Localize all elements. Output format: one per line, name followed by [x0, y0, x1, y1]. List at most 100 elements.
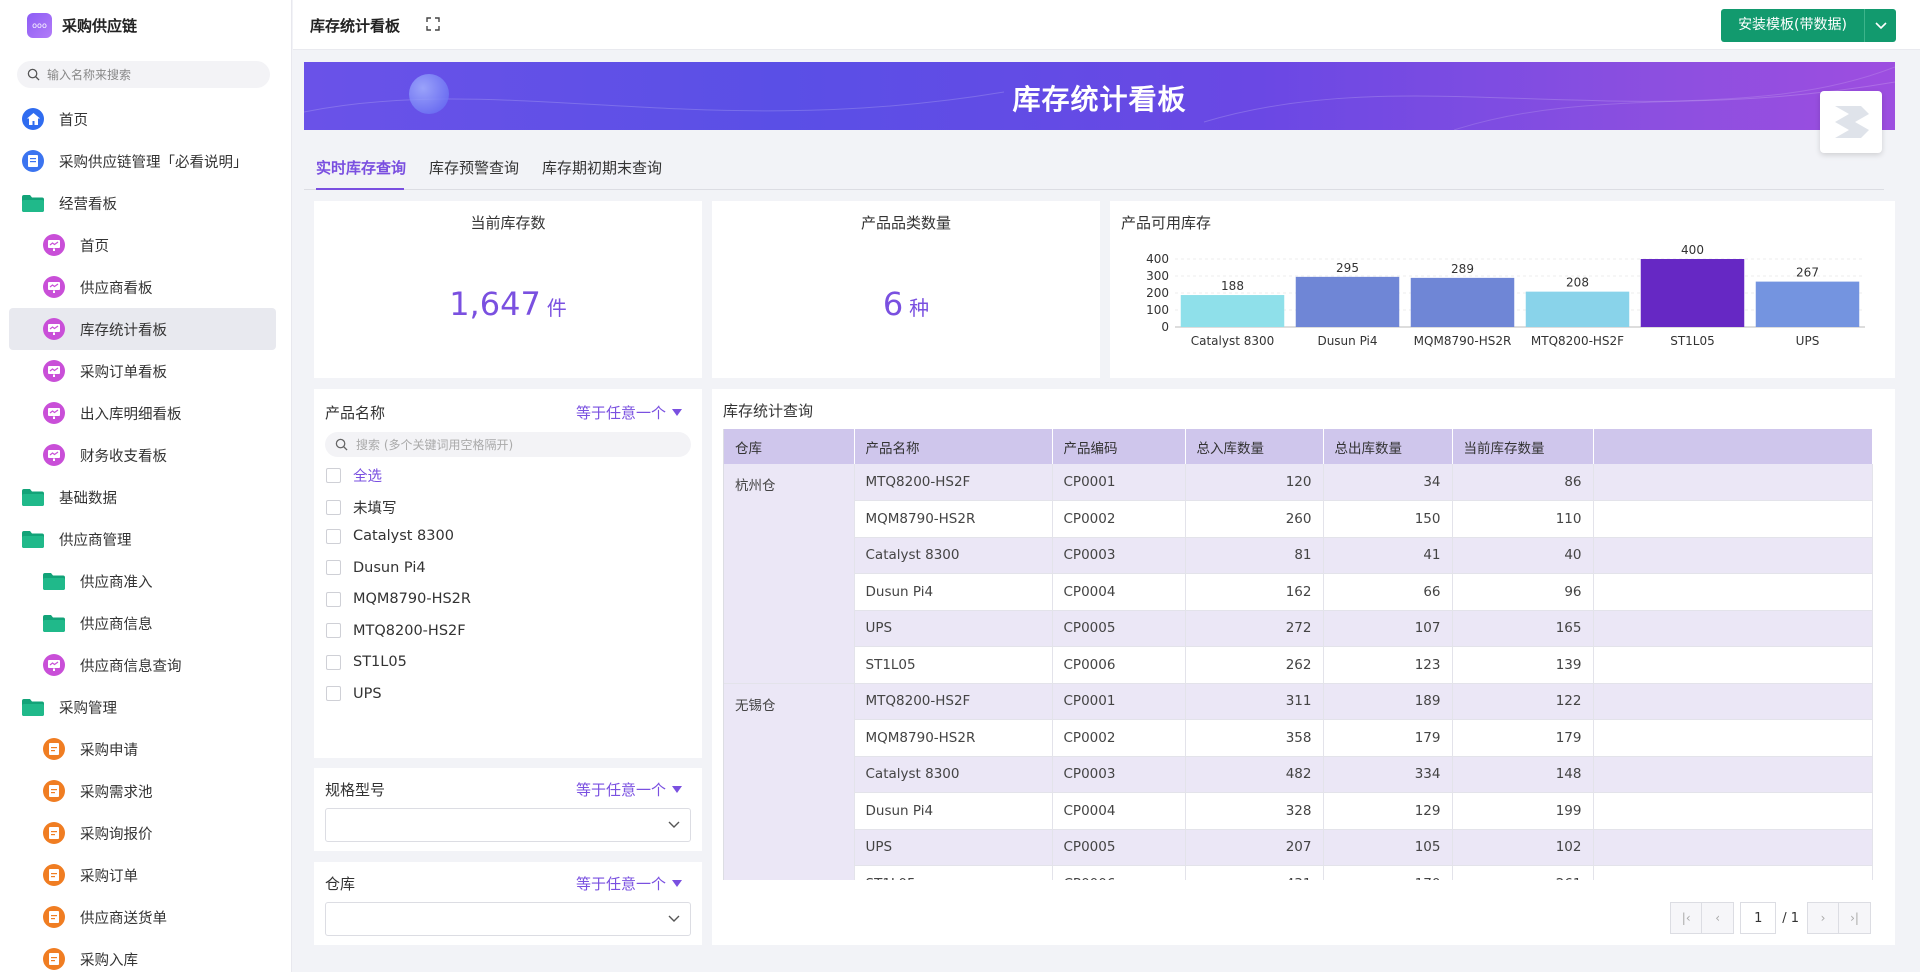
table-row[interactable]: ST1L05CP0006431170261	[724, 865, 1873, 880]
table-row[interactable]: Dusun Pi4 CP0004 162 66 96	[724, 573, 1873, 611]
sidebar-item[interactable]: 供应商信息	[0, 602, 291, 644]
sidebar-item-label: 采购询报价	[80, 826, 153, 843]
prev-page-button[interactable]: ‹	[1702, 902, 1735, 934]
sidebar-item[interactable]: 出入库明细看板	[0, 392, 291, 434]
install-dropdown-button[interactable]	[1864, 9, 1896, 42]
table-row[interactable]: Catalyst 8300 CP0003 482 334 148	[724, 756, 1873, 793]
table-row[interactable]: ST1L05 CP0006 262 123 139	[724, 646, 1873, 684]
y-tick-label: 400	[1146, 252, 1169, 266]
sidebar-item-label: 采购申请	[80, 742, 138, 759]
last-page-button[interactable]: ›|	[1839, 902, 1871, 934]
sidebar-item[interactable]: 供应商管理	[0, 518, 291, 560]
folder-icon	[22, 528, 44, 550]
filter-product-label: 产品名称	[325, 404, 386, 422]
table-cell: 207	[1185, 829, 1324, 866]
checkbox[interactable]	[326, 528, 341, 544]
operator-label: 等于任意一个	[575, 404, 666, 422]
filter-product-search-input[interactable]: 搜索 (多个关键词用空格隔开)	[325, 432, 691, 457]
column-header[interactable]: 总入库数量	[1185, 429, 1324, 464]
sidebar-item[interactable]: 财务收支看板	[0, 434, 291, 476]
sidebar-item[interactable]: 供应商看板	[0, 266, 291, 308]
filter-spec-operator[interactable]: 等于任意一个	[576, 779, 682, 800]
sidebar-item[interactable]: 采购订单	[0, 854, 291, 896]
checkbox[interactable]	[326, 560, 341, 575]
column-header[interactable]: 当前库存数量	[1452, 429, 1594, 464]
sidebar-item[interactable]: 首页	[0, 98, 291, 140]
filter-spec-label: 规格型号	[325, 781, 386, 799]
column-header[interactable]: 总出库数量	[1323, 429, 1453, 464]
table-scroll-area[interactable]: 仓库 产品名称 产品编码 总入库数量 总出库数量 当前库存数量 杭州仓 MTQ82…	[723, 429, 1879, 880]
install-template-button[interactable]: 安装模板(带数据)	[1721, 9, 1864, 42]
sidebar-item[interactable]: 采购入库	[0, 938, 291, 972]
filter-option[interactable]: MTQ8200-HS2F	[326, 623, 466, 639]
filter-warehouse-select[interactable]	[325, 902, 691, 936]
sidebar-item[interactable]: 采购管理	[0, 686, 291, 728]
column-header[interactable]: 仓库	[724, 429, 855, 464]
first-page-button[interactable]: |‹	[1670, 902, 1703, 934]
checkbox[interactable]	[326, 686, 341, 701]
table-row[interactable]: 杭州仓 MTQ8200-HS2F CP0001 120 34 86	[724, 464, 1873, 684]
table-row[interactable]: UPS CP0005 272 107 165	[724, 610, 1873, 647]
checkbox[interactable]	[326, 468, 341, 483]
sidebar-item[interactable]: 采购供应链管理「必看说明」	[0, 140, 291, 182]
bar-chart: 0 100 200 300 400 188 Catalyst 8300 295 Dusun Pi…	[1146, 243, 1865, 348]
filter-spec-select[interactable]	[325, 808, 691, 842]
table-cell-empty	[1593, 719, 1873, 757]
table-row[interactable]: 无锡仓 MTQ8200-HS2F CP0001 311 189 122	[724, 683, 1873, 880]
filter-option[interactable]: Catalyst 8300	[326, 528, 454, 544]
table-row[interactable]: Dusun Pi4 CP0004 328 129 199	[724, 792, 1873, 830]
sidebar-item-label: 出入库明细看板	[80, 406, 182, 423]
filter-product-operator[interactable]: 等于任意一个	[576, 402, 682, 423]
column-header[interactable]: 产品名称	[854, 429, 1053, 464]
tab-bar: 实时库存查询 库存预警查询 库存期初期末查询	[304, 150, 1884, 190]
table-cell: ST1L05	[854, 646, 1053, 684]
sidebar-item[interactable]: 采购申请	[0, 728, 291, 770]
sidebar-item-label: 财务收支看板	[80, 448, 167, 465]
sidebar-item[interactable]: 供应商准入	[0, 560, 291, 602]
sidebar-search-input[interactable]: 输入名称来搜索	[17, 61, 270, 88]
tab-stock-warning[interactable]: 库存预警查询	[429, 157, 519, 178]
filter-option[interactable]: UPS	[326, 686, 382, 702]
filter-option[interactable]: Dusun Pi4	[326, 560, 426, 576]
tab-realtime-stock[interactable]: 实时库存查询	[316, 157, 406, 178]
sidebar-item[interactable]: 采购订单看板	[0, 350, 291, 392]
form-icon	[43, 906, 65, 928]
table-row[interactable]: Catalyst 8300 CP0003 81 41 40	[724, 537, 1873, 574]
app-logo-icon[interactable]	[1820, 91, 1882, 153]
next-page-button[interactable]: ›	[1807, 902, 1839, 934]
bar-value-label: 188	[1221, 279, 1244, 293]
filter-option[interactable]: 未填写	[326, 497, 397, 518]
sidebar-item-label: 首页	[80, 238, 109, 255]
filter-option[interactable]: MQM8790-HS2R	[326, 591, 471, 607]
sidebar-item[interactable]: 首页	[0, 224, 291, 266]
sidebar-item-label: 供应商送货单	[80, 910, 167, 927]
sidebar-item[interactable]: 基础数据	[0, 476, 291, 518]
page-number-input[interactable]: 1	[1740, 902, 1777, 934]
sidebar-item[interactable]: 采购需求池	[0, 770, 291, 812]
form-icon	[43, 948, 65, 970]
sidebar-item[interactable]: 经营看板	[0, 182, 291, 224]
fullscreen-icon[interactable]	[425, 16, 441, 32]
sidebar-item[interactable]: 库存统计看板	[9, 308, 276, 350]
table-cell: 123	[1323, 646, 1453, 684]
table-row[interactable]: MQM8790-HS2R CP0002 358 179 179	[724, 719, 1873, 757]
bar-value-label: 289	[1451, 262, 1474, 276]
checkbox[interactable]	[326, 654, 341, 670]
table-cell-empty	[1593, 500, 1873, 538]
sidebar-item[interactable]: 采购询报价	[0, 812, 291, 854]
sidebar-item-label: 基础数据	[59, 490, 117, 507]
tab-period-stock[interactable]: 库存期初期末查询	[542, 157, 662, 178]
sidebar-item[interactable]: 供应商信息查询	[0, 644, 291, 686]
table-row[interactable]: UPS CP0005 207 105 102	[724, 829, 1873, 866]
column-header[interactable]: 产品编码	[1052, 429, 1186, 464]
checkbox[interactable]	[326, 499, 341, 515]
filter-option[interactable]: ST1L05	[326, 654, 407, 670]
filter-warehouse-operator[interactable]: 等于任意一个	[576, 873, 682, 894]
chart-bar	[1640, 259, 1745, 327]
checkbox[interactable]	[326, 591, 341, 607]
sidebar-item[interactable]: 供应商送货单	[0, 896, 291, 938]
filter-option[interactable]: 全选	[326, 465, 382, 486]
y-tick-label: 0	[1161, 320, 1169, 334]
table-row[interactable]: MQM8790-HS2R CP0002 260 150 110	[724, 500, 1873, 538]
checkbox[interactable]	[326, 623, 341, 638]
